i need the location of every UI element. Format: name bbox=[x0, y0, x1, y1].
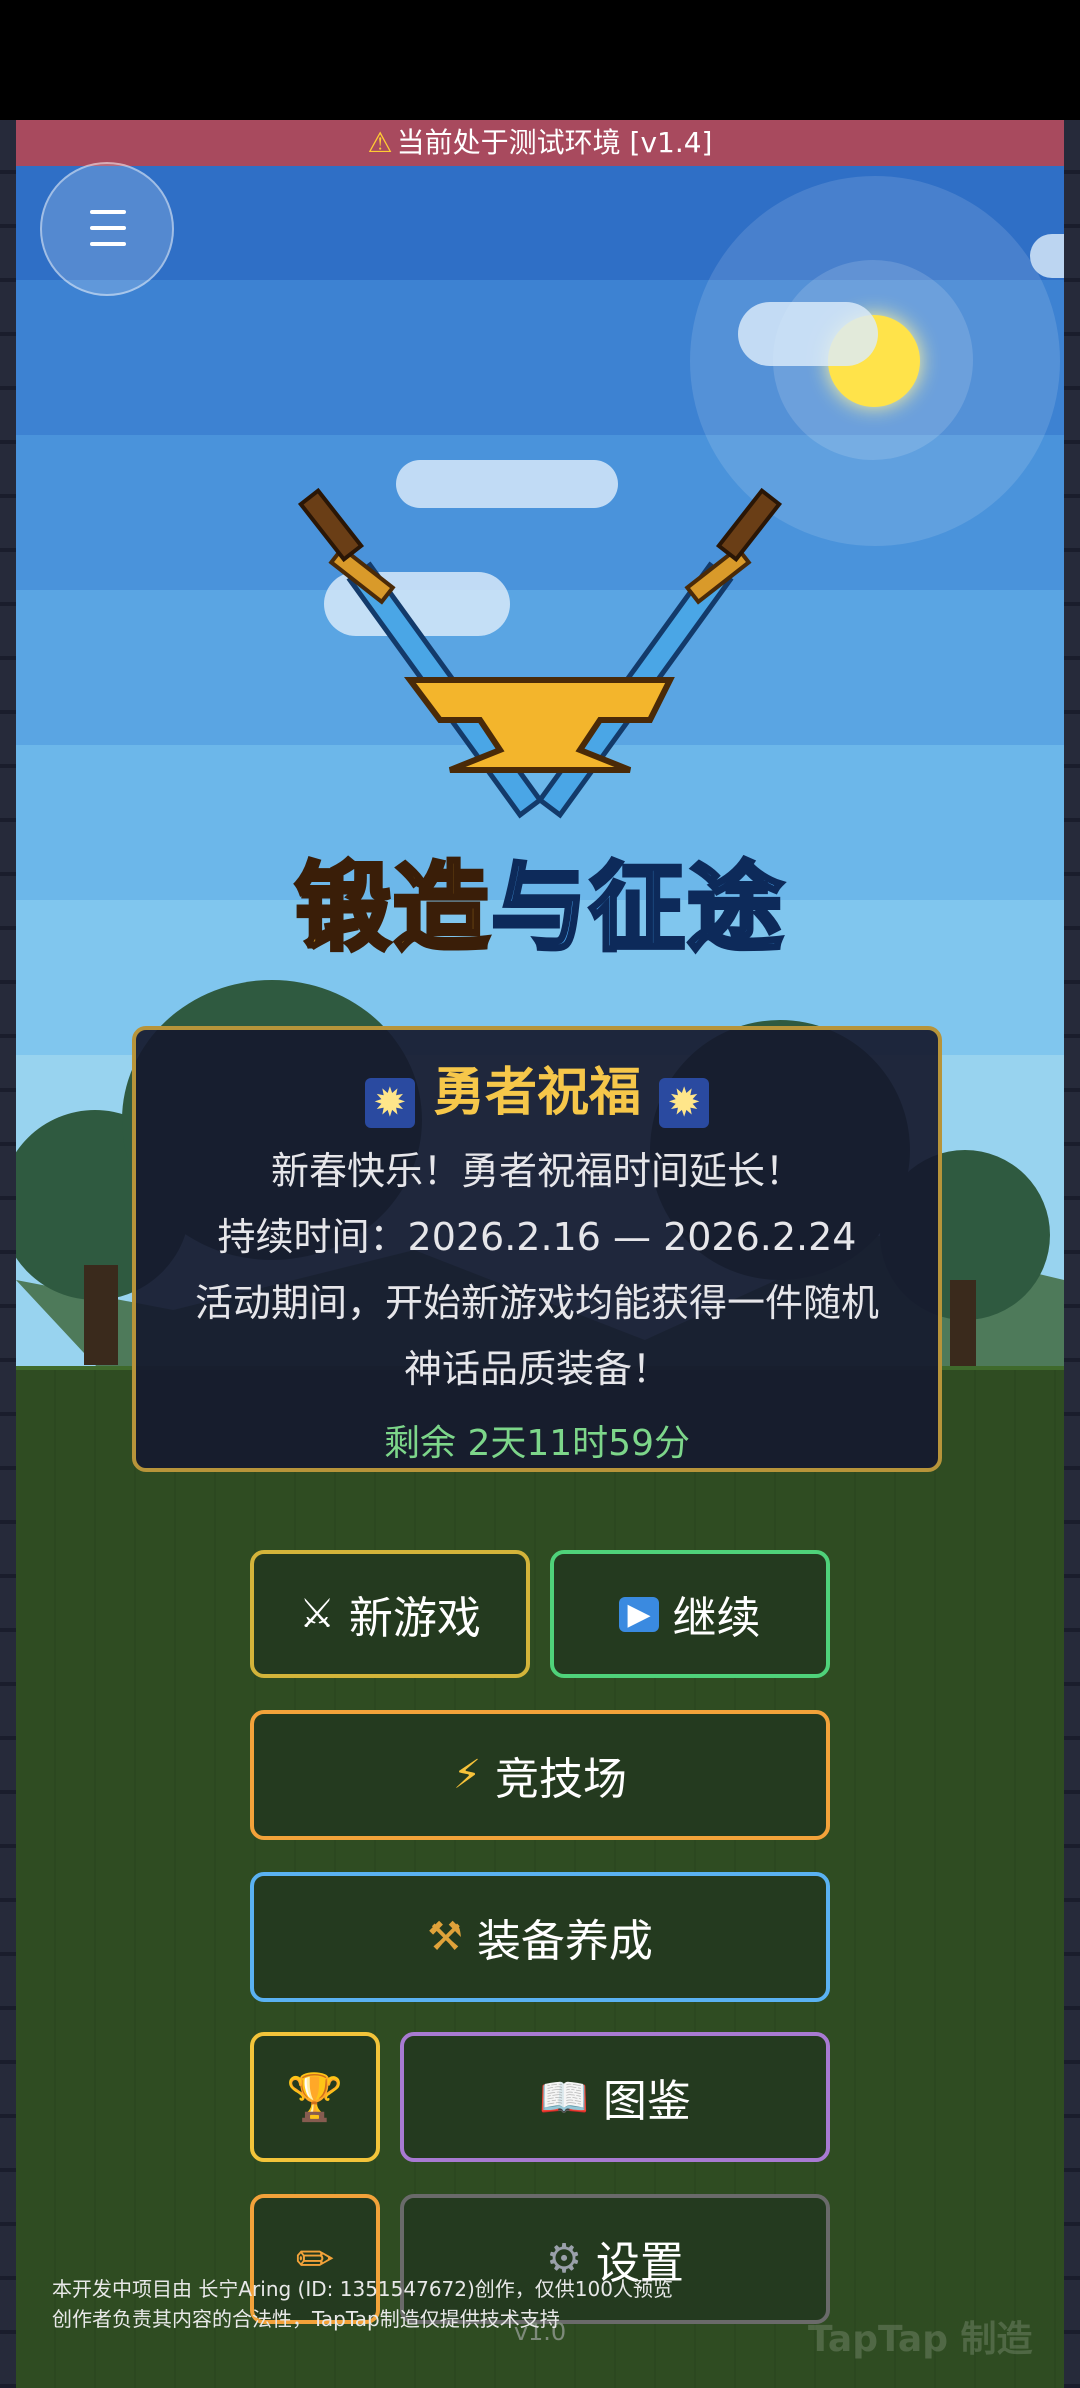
hamburger-icon-bar bbox=[90, 242, 126, 246]
hammer-pick-icon: ⚒ bbox=[427, 1914, 463, 1960]
title-part2: 与征途 bbox=[489, 850, 785, 966]
achievements-button[interactable]: 🏆 bbox=[250, 2032, 380, 2162]
menu-button[interactable] bbox=[40, 162, 174, 296]
right-wall bbox=[1064, 120, 1080, 2388]
event-line: 新春快乐！勇者祝福时间延长！ bbox=[270, 1149, 803, 1193]
lightning-icon: ⚡ bbox=[452, 1752, 482, 1798]
swords-icon: ⚔ bbox=[299, 1591, 335, 1637]
event-title: ✹ 勇者祝福 ✹ bbox=[136, 1050, 938, 1128]
game-title: 锻造与征途 bbox=[290, 830, 790, 969]
book-icon: 📖 bbox=[539, 2074, 589, 2121]
hamburger-icon-bar bbox=[90, 226, 126, 230]
footer-line: 本开发中项目由 长宁Aring (ID: 1351547672)创作，仅供100… bbox=[52, 2277, 673, 2301]
event-panel: ✹ 勇者祝福 ✹ 新春快乐！勇者祝福时间延长！ 持续时间：2026.2.16 —… bbox=[132, 1026, 942, 1472]
game-screen: 锻造与征途 ⚠ 当前处于测试环境 [v1.4] ✹ 勇者祝福 ✹ 新春快乐！勇者祝… bbox=[0, 120, 1080, 2388]
hamburger-icon bbox=[90, 210, 126, 214]
cloud bbox=[738, 302, 878, 366]
codex-button[interactable]: 📖 图鉴 bbox=[400, 2032, 830, 2162]
play-icon: ▶ bbox=[619, 1596, 659, 1632]
test-env-banner: ⚠ 当前处于测试环境 [v1.4] bbox=[16, 120, 1064, 166]
continue-button[interactable]: ▶ 继续 bbox=[550, 1550, 830, 1678]
new-game-button[interactable]: ⚔ 新游戏 bbox=[250, 1550, 530, 1678]
title-part1: 锻造 bbox=[293, 850, 491, 966]
warning-icon: ⚠ bbox=[367, 126, 393, 159]
arena-label: 竞技场 bbox=[495, 1754, 628, 1805]
footer-notice: 本开发中项目由 长宁Aring (ID: 1351547672)创作，仅供100… bbox=[52, 2274, 673, 2334]
tree-trunk bbox=[950, 1280, 976, 1366]
event-line: 神话品质装备！ bbox=[403, 1347, 670, 1391]
left-wall bbox=[0, 120, 16, 2388]
game-logo: 锻造与征途 bbox=[290, 470, 790, 966]
codex-label: 图鉴 bbox=[602, 2076, 691, 2127]
sparkle-icon: ✹ bbox=[659, 1078, 710, 1128]
event-duration: 持续时间：2026.2.16 — 2026.2.24 bbox=[217, 1215, 857, 1259]
taptap-watermark: TapTap 制造 bbox=[808, 2319, 1033, 2360]
event-line: 活动期间，开始新游戏均能获得一件随机 bbox=[194, 1281, 879, 1325]
continue-label: 继续 bbox=[672, 1593, 761, 1644]
arena-button[interactable]: ⚡ 竞技场 bbox=[250, 1710, 830, 1840]
event-remaining-time: 剩余 2天11时59分 bbox=[384, 1423, 690, 1464]
footer-line: 创作者负责其内容的合法性，TapTap制造仅提供技术支持 bbox=[52, 2307, 560, 2331]
banner-text: 当前处于测试环境 [v1.4] bbox=[396, 126, 713, 159]
status-bar-area bbox=[0, 0, 1080, 120]
equipment-button[interactable]: ⚒ 装备养成 bbox=[250, 1872, 830, 2002]
equipment-label: 装备养成 bbox=[476, 1916, 653, 1967]
crossed-swords-anvil-icon bbox=[297, 487, 783, 819]
event-title-text: 勇者祝福 bbox=[432, 1063, 641, 1123]
new-game-label: 新游戏 bbox=[348, 1593, 481, 1644]
tree-trunk bbox=[84, 1265, 118, 1365]
trophy-icon: 🏆 bbox=[286, 2069, 344, 2124]
sparkle-icon: ✹ bbox=[364, 1078, 415, 1128]
